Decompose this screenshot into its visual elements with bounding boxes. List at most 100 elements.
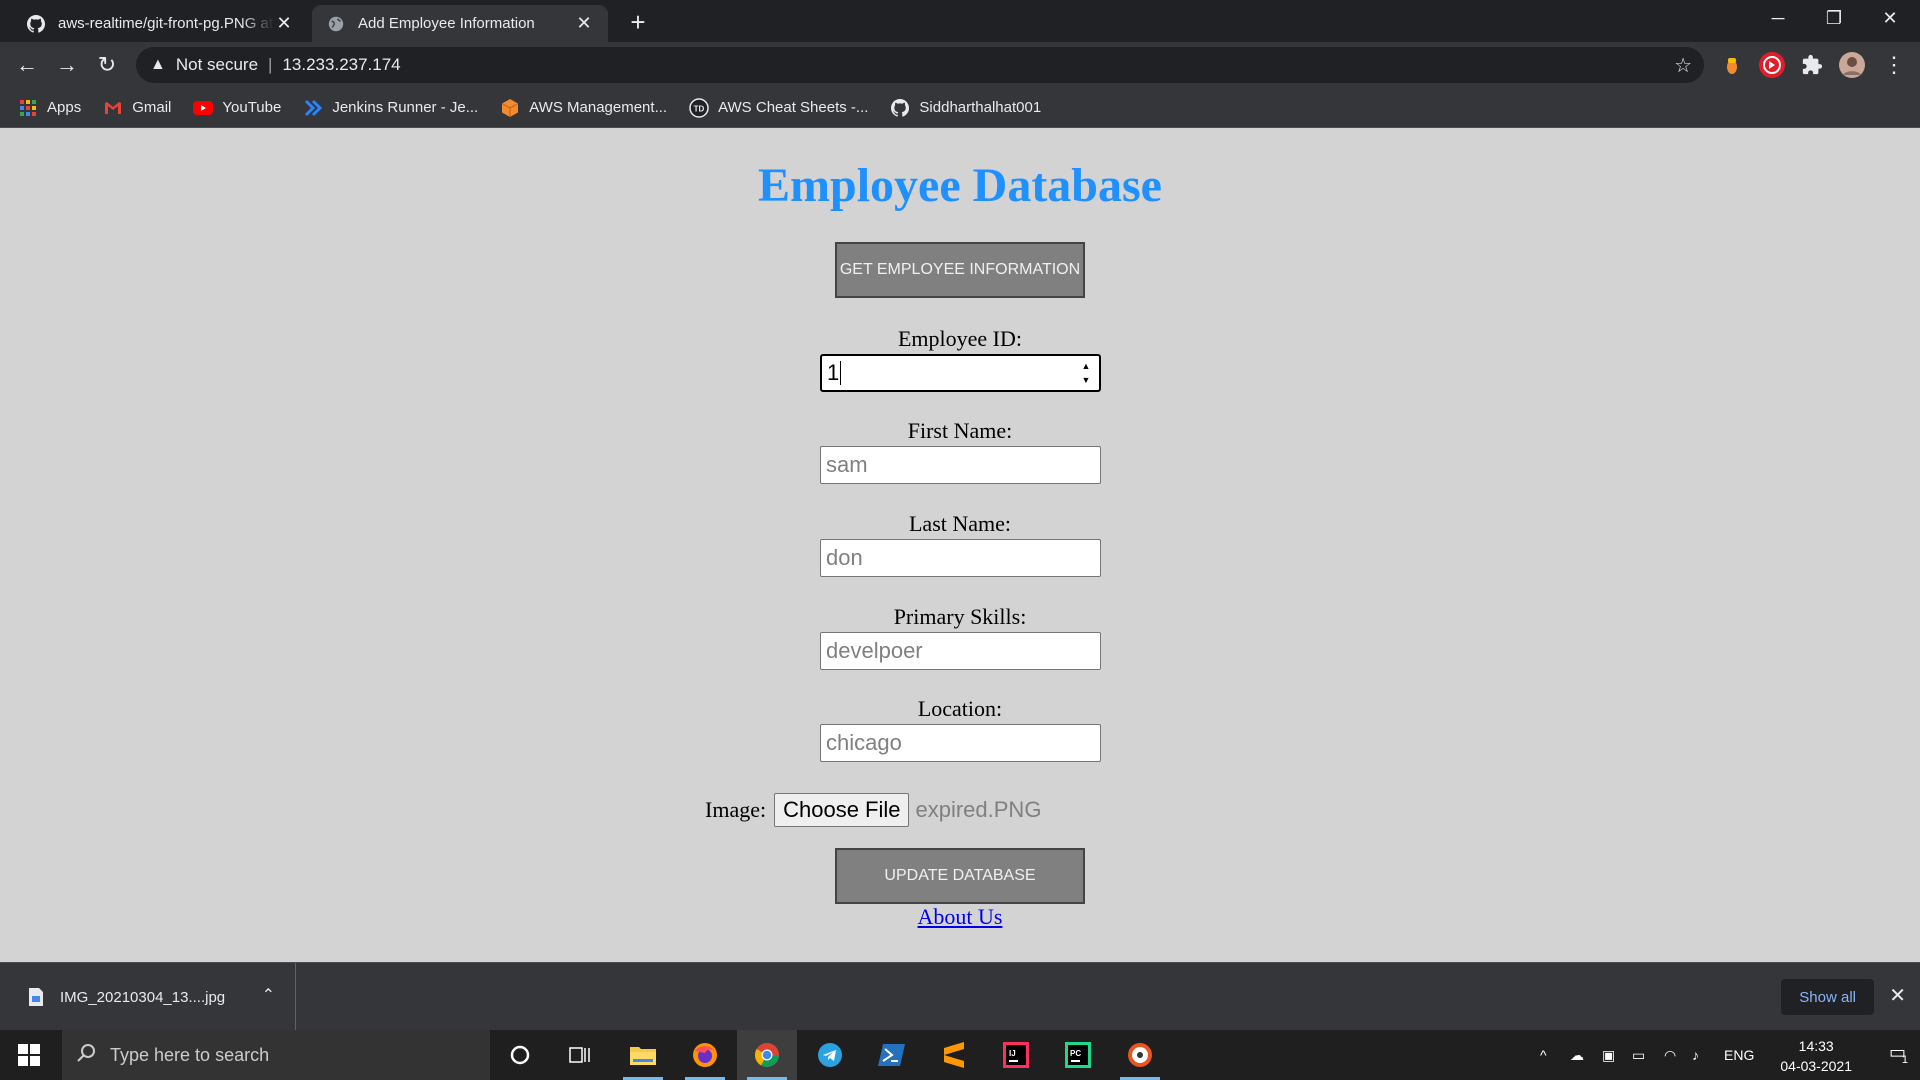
bookmark-jenkins[interactable]: Jenkins Runner - Je...: [303, 98, 478, 118]
bookmark-label: AWS Cheat Sheets -...: [718, 99, 869, 116]
bookmark-aws-cheat-sheets[interactable]: TD AWS Cheat Sheets -...: [689, 97, 869, 118]
bookmark-label: Gmail: [132, 99, 172, 116]
divider: |: [268, 55, 273, 74]
volume-icon[interactable]: ♪: [1692, 1030, 1699, 1080]
spinner-up-icon[interactable]: ▲: [1082, 361, 1091, 371]
task-view-icon[interactable]: [550, 1030, 610, 1080]
wifi-icon[interactable]: ◠: [1664, 1030, 1676, 1080]
bookmark-label: Jenkins Runner - Je...: [332, 99, 479, 116]
back-icon[interactable]: ←: [11, 49, 43, 81]
last-name-label: Last Name:: [908, 511, 1012, 536]
search-placeholder: Type here to search: [110, 1044, 270, 1065]
security-label: Not secure: [175, 55, 259, 74]
close-tab-icon[interactable]: ✕: [274, 13, 294, 34]
primary-skills-input[interactable]: develpoer: [820, 632, 1101, 670]
bookmark-apps[interactable]: Apps: [18, 98, 81, 118]
tab-strip: aws-realtime/git-front-pg.PNG at ✕ Add E…: [0, 0, 1920, 42]
extension-acorn-icon[interactable]: [1718, 51, 1746, 79]
warning-icon: ▲: [150, 56, 166, 73]
primary-skills-label: Primary Skills:: [893, 604, 1027, 629]
profile-avatar[interactable]: [1838, 51, 1866, 79]
pycharm-icon[interactable]: PC: [1048, 1030, 1108, 1080]
get-employee-info-button[interactable]: GET EMPLOYEE INFORMATION: [835, 242, 1085, 298]
bookmarks-bar: Apps Gmail YouTube Jenkins Runner - Je..…: [0, 88, 1920, 128]
meet-now-icon[interactable]: ▣: [1602, 1030, 1615, 1080]
extensions-puzzle-icon[interactable]: [1798, 51, 1826, 79]
powershell-icon[interactable]: [862, 1030, 922, 1080]
language-indicator[interactable]: ENG: [1724, 1030, 1754, 1080]
close-window-icon[interactable]: ✕: [1862, 0, 1918, 36]
telegram-icon[interactable]: [800, 1030, 860, 1080]
employee-id-value: 1: [827, 360, 840, 385]
about-us-link[interactable]: About Us: [918, 904, 1003, 929]
firefox-icon[interactable]: [675, 1030, 735, 1080]
tab-title: Add Employee Information: [358, 15, 535, 32]
tab-github[interactable]: aws-realtime/git-front-pg.PNG at ✕: [12, 5, 308, 42]
first-name-input[interactable]: sam: [820, 446, 1101, 484]
download-item[interactable]: IMG_20210304_13....jpg ⌃: [0, 963, 296, 1031]
employee-id-input[interactable]: 1 ▲ ▼: [820, 354, 1101, 392]
tab-add-employee[interactable]: Add Employee Information ✕: [312, 5, 608, 42]
svg-text:IJ: IJ: [1009, 1049, 1016, 1058]
taskbar-search[interactable]: Type here to search: [62, 1030, 490, 1080]
minimize-icon[interactable]: ─: [1750, 0, 1806, 36]
image-upload-row: Image: Choose File expired.PNG: [705, 792, 1041, 828]
page-title: Employee Database: [758, 159, 1162, 212]
bookmark-label: Siddharthalhat001: [919, 99, 1042, 116]
notification-center-icon[interactable]: 1 ▭: [1889, 1042, 1908, 1066]
close-shelf-icon[interactable]: ✕: [1889, 983, 1906, 1008]
clock-date: 04-03-2021: [1780, 1058, 1852, 1074]
location-label: Location:: [917, 696, 1003, 721]
tutorialsdojo-icon: TD: [689, 97, 709, 118]
forward-icon[interactable]: →: [51, 49, 83, 81]
media-player-icon[interactable]: [1110, 1030, 1170, 1080]
system-clock[interactable]: 14:33 04-03-2021: [1780, 1036, 1852, 1076]
bookmark-github-profile[interactable]: Siddharthalhat001: [890, 98, 1041, 118]
bookmark-star-icon[interactable]: ☆: [1674, 53, 1692, 78]
extension-video-speed-icon[interactable]: [1758, 51, 1786, 79]
new-tab-icon[interactable]: +: [624, 7, 652, 37]
onedrive-icon[interactable]: ☁: [1570, 1030, 1584, 1080]
search-icon: [76, 1043, 96, 1068]
cortana-icon[interactable]: [490, 1030, 550, 1080]
chrome-icon[interactable]: [737, 1030, 797, 1080]
address-bar[interactable]: ▲ Not secure | 13.233.237.174 ☆: [136, 47, 1704, 83]
spinner-down-icon[interactable]: ▼: [1082, 375, 1091, 385]
selected-filename: expired.PNG: [915, 797, 1042, 822]
aws-box-icon: [500, 98, 520, 118]
svg-text:TD: TD: [694, 104, 705, 113]
text-caret: [840, 361, 842, 385]
reload-icon[interactable]: ↻: [91, 49, 123, 81]
apps-grid-icon: [18, 98, 38, 118]
show-all-button[interactable]: Show all: [1781, 979, 1874, 1015]
download-filename: IMG_20210304_13....jpg: [60, 988, 226, 1006]
last-name-input[interactable]: don: [820, 539, 1101, 577]
restore-icon[interactable]: ❐: [1806, 0, 1862, 36]
jenkins-runner-icon: [303, 98, 323, 118]
intellij-icon[interactable]: IJ: [986, 1030, 1046, 1080]
download-shelf: IMG_20210304_13....jpg ⌃ Show all ✕: [0, 962, 1920, 1031]
sublime-text-icon[interactable]: [924, 1030, 984, 1080]
github-icon: [26, 14, 46, 34]
bookmark-label: YouTube: [222, 99, 282, 116]
notification-count: 1: [1901, 1054, 1908, 1066]
bookmark-aws-management[interactable]: AWS Management...: [500, 98, 667, 118]
show-hidden-icons[interactable]: ^: [1540, 1030, 1547, 1080]
choose-file-button[interactable]: Choose File: [774, 793, 910, 827]
image-label: Image:: [705, 797, 767, 822]
windows-start-icon[interactable]: [0, 1030, 58, 1080]
update-database-button[interactable]: UPDATE DATABASE: [835, 848, 1085, 904]
clock-time: 14:33: [1798, 1038, 1834, 1054]
bookmark-youtube[interactable]: YouTube: [193, 98, 281, 118]
battery-icon[interactable]: ▭: [1632, 1030, 1645, 1080]
chevron-up-icon[interactable]: ⌃: [262, 985, 275, 1005]
number-spinner[interactable]: ▲ ▼: [1079, 361, 1093, 385]
github-icon: [890, 98, 910, 118]
location-input[interactable]: chicago: [820, 724, 1101, 762]
bookmark-label: AWS Management...: [529, 99, 668, 116]
youtube-icon: [193, 98, 214, 118]
menu-kebab-icon[interactable]: ⋮: [1880, 51, 1908, 79]
close-tab-icon[interactable]: ✕: [574, 13, 594, 34]
bookmark-gmail[interactable]: Gmail: [103, 98, 171, 118]
file-explorer-icon[interactable]: [613, 1030, 673, 1080]
